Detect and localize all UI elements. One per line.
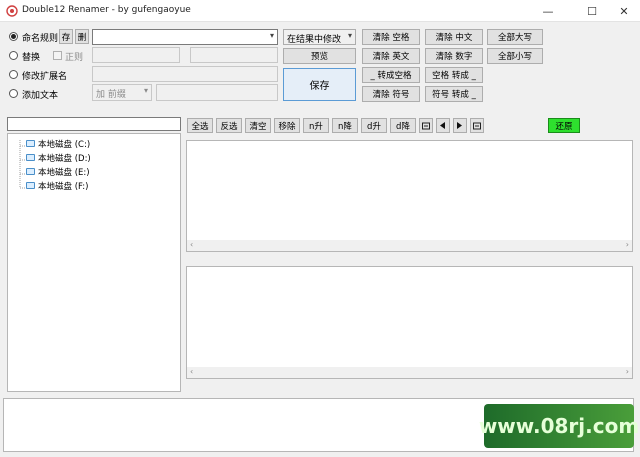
restore-button[interactable]: 还原 bbox=[548, 118, 580, 133]
sort-name-asc-button[interactable]: n升 bbox=[303, 118, 329, 133]
source-file-list[interactable]: ‹ › bbox=[186, 140, 633, 252]
last-icon bbox=[473, 122, 481, 129]
clear-english-button[interactable]: 清除 英文 bbox=[362, 48, 420, 64]
rule-label: 命名规则 bbox=[22, 34, 59, 44]
all-uppercase-button[interactable]: 全部大写 bbox=[487, 29, 543, 45]
app-icon bbox=[6, 5, 18, 17]
path-input[interactable] bbox=[7, 117, 181, 131]
first-icon bbox=[422, 122, 430, 129]
ext-input[interactable] bbox=[92, 66, 278, 82]
mode-select[interactable]: 在结果中修改 ▾ bbox=[283, 29, 356, 45]
symbol-to-underscore-button[interactable]: 符号 转成 _ bbox=[425, 86, 483, 102]
add-text-label: 添加文本 bbox=[22, 91, 59, 101]
underscore-to-space-button[interactable]: _ 转成空格 bbox=[362, 67, 420, 83]
scroll-right-icon[interactable]: › bbox=[626, 240, 629, 249]
horizontal-scrollbar[interactable]: ‹ › bbox=[187, 367, 632, 378]
tree-item-drive-f[interactable]: 本地磁盘 (F:) bbox=[26, 179, 88, 192]
select-all-button[interactable]: 全选 bbox=[187, 118, 213, 133]
tree-item-label: 本地磁盘 (E:) bbox=[38, 167, 90, 178]
space-to-underscore-button[interactable]: 空格 转成 _ bbox=[425, 67, 483, 83]
drive-icon bbox=[26, 182, 35, 189]
preview-button[interactable]: 预览 bbox=[283, 48, 356, 64]
arrow-right-icon bbox=[457, 122, 462, 129]
regex-checkbox[interactable] bbox=[53, 51, 62, 60]
move-last-button[interactable] bbox=[470, 118, 484, 133]
tree-item-label: 本地磁盘 (D:) bbox=[38, 153, 91, 164]
move-up-button[interactable] bbox=[436, 118, 450, 133]
rule-radio[interactable] bbox=[9, 32, 18, 41]
add-text-input[interactable] bbox=[156, 84, 278, 101]
scroll-left-icon[interactable]: ‹ bbox=[190, 240, 193, 249]
drive-icon bbox=[26, 140, 35, 147]
ext-radio[interactable] bbox=[9, 70, 18, 79]
drive-icon bbox=[26, 168, 35, 175]
regex-label: 正则 bbox=[65, 53, 84, 63]
replace-label: 替换 bbox=[22, 53, 41, 63]
rule-combobox[interactable]: ▾ bbox=[92, 29, 278, 45]
replace-radio[interactable] bbox=[9, 51, 18, 60]
close-button[interactable]: ✕ bbox=[608, 0, 640, 22]
scroll-left-icon[interactable]: ‹ bbox=[190, 367, 193, 376]
maximize-button[interactable]: ☐ bbox=[576, 0, 608, 22]
tree-item-drive-c[interactable]: 本地磁盘 (C:) bbox=[26, 137, 90, 150]
minimize-button[interactable]: — bbox=[532, 0, 564, 22]
horizontal-scrollbar[interactable]: ‹ › bbox=[187, 240, 632, 251]
watermark-logo: www.08rj.com bbox=[479, 404, 639, 448]
all-lowercase-button[interactable]: 全部小写 bbox=[487, 48, 543, 64]
invert-selection-button[interactable]: 反选 bbox=[216, 118, 242, 133]
title-bar: Double12 Renamer - by gufengaoyue — ☐ ✕ bbox=[0, 0, 640, 22]
replace-with-input[interactable] bbox=[190, 47, 278, 63]
result-file-list[interactable]: ‹ › bbox=[186, 266, 633, 379]
clear-symbols-button[interactable]: 清除 符号 bbox=[362, 86, 420, 102]
replace-find-input[interactable] bbox=[92, 47, 180, 63]
clear-spaces-button[interactable]: 清除 空格 bbox=[362, 29, 420, 45]
move-down-button[interactable] bbox=[453, 118, 467, 133]
remove-button[interactable]: 移除 bbox=[274, 118, 300, 133]
scroll-right-icon[interactable]: › bbox=[626, 367, 629, 376]
arrow-left-icon bbox=[440, 122, 445, 129]
tree-item-label: 本地磁盘 (C:) bbox=[38, 139, 91, 150]
add-text-radio[interactable] bbox=[9, 89, 18, 98]
sort-date-asc-button[interactable]: d升 bbox=[361, 118, 387, 133]
chevron-down-icon: ▾ bbox=[143, 86, 148, 95]
tree-item-drive-d[interactable]: 本地磁盘 (D:) bbox=[26, 151, 91, 164]
ext-label: 修改扩展名 bbox=[22, 72, 68, 82]
sort-name-desc-button[interactable]: n降 bbox=[332, 118, 358, 133]
add-position-select[interactable]: 加 前缀 ▾ bbox=[92, 84, 152, 101]
delete-rule-button[interactable]: 删 bbox=[75, 29, 89, 44]
chevron-down-icon: ▾ bbox=[347, 31, 352, 40]
tree-item-drive-e[interactable]: 本地磁盘 (E:) bbox=[26, 165, 90, 178]
tree-item-label: 本地磁盘 (F:) bbox=[38, 181, 89, 192]
move-first-button[interactable] bbox=[419, 118, 433, 133]
sort-date-desc-button[interactable]: d降 bbox=[390, 118, 416, 133]
drive-icon bbox=[26, 154, 35, 161]
window-title: Double12 Renamer - by gufengaoyue bbox=[22, 5, 191, 15]
folder-tree[interactable]: 本地磁盘 (C:) 本地磁盘 (D:) 本地磁盘 (E:) 本地磁盘 (F:) bbox=[7, 133, 181, 392]
clear-numbers-button[interactable]: 清除 数字 bbox=[425, 48, 483, 64]
save-button[interactable]: 保存 bbox=[283, 68, 356, 101]
chevron-down-icon: ▾ bbox=[269, 31, 274, 40]
add-position-value: 加 前缀 bbox=[96, 90, 126, 100]
clear-chinese-button[interactable]: 清除 中文 bbox=[425, 29, 483, 45]
clear-list-button[interactable]: 清空 bbox=[245, 118, 271, 133]
save-rule-button[interactable]: 存 bbox=[59, 29, 73, 44]
mode-select-value: 在结果中修改 bbox=[287, 35, 342, 45]
